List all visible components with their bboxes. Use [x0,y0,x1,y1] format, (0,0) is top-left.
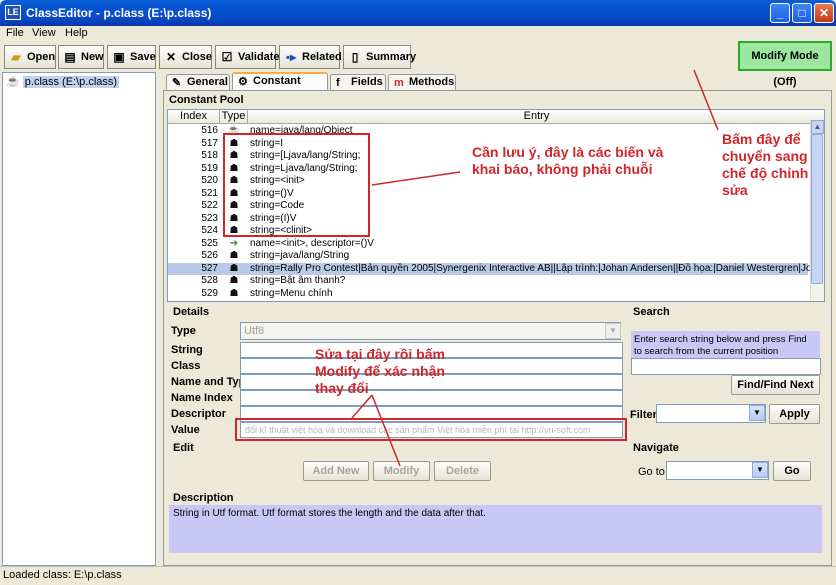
arrow-to-strings [371,171,461,186]
arrow-to-modify-mode [693,69,719,131]
annotation-strings-note: Cần lưu ý, đây là các biến và khai báo, … [472,144,664,177]
status-bar: Loaded class: E:\p.class [0,566,836,585]
arrow-to-modify-button [371,394,401,467]
arrow-to-value-field [351,394,373,419]
annotation-modify-mode-note: Bấm đây để chuyển sang chế độ chỉnh sửa [722,131,809,198]
annotation-arrows [351,69,719,467]
annotation-edit-note: Sửa tại đây rồi bấm Modify để xác nhận t… [315,346,445,396]
